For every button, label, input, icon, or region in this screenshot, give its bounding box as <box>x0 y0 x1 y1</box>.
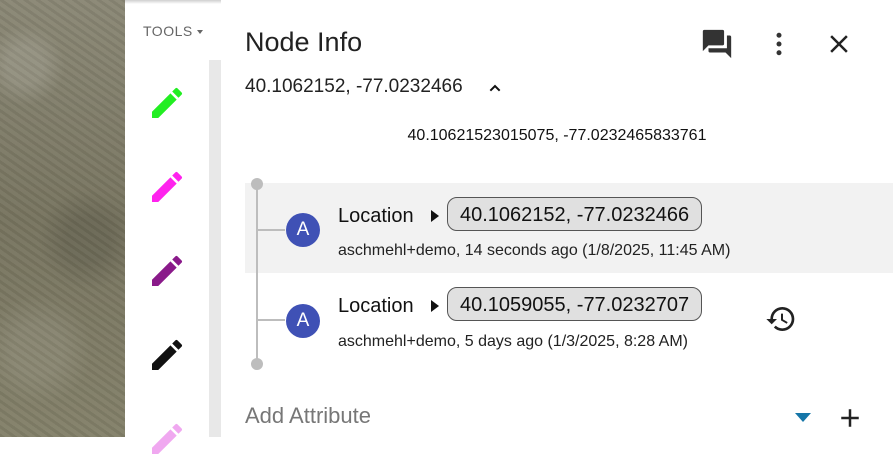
pencil-magenta-icon[interactable] <box>147 167 187 207</box>
attribute-label: Location <box>338 205 414 227</box>
attribute-label: Location <box>338 295 414 317</box>
history-row-1[interactable]: A Location 40.1062152, -77.0232466 aschm… <box>245 183 893 273</box>
add-icon[interactable] <box>835 403 865 433</box>
location-value-chip[interactable]: 40.1062152, -77.0232466 <box>447 197 703 231</box>
comments-button[interactable] <box>697 24 737 64</box>
map-view[interactable] <box>0 0 125 437</box>
tools-menu[interactable]: TOOLS <box>143 23 203 39</box>
close-icon <box>830 35 848 53</box>
timeline-branch <box>258 229 285 231</box>
history-meta: aschmehl+demo, 5 days ago (1/3/2025, 8:2… <box>338 333 688 350</box>
avatar: A <box>286 213 320 247</box>
add-attribute-input[interactable]: Add Attribute <box>245 403 371 429</box>
caret-down-icon <box>196 30 203 35</box>
attribute-dropdown-caret-icon[interactable] <box>795 413 811 422</box>
toolbar-scrollbar[interactable] <box>209 60 221 437</box>
tools-sidebar: TOOLS <box>125 0 221 454</box>
history-meta: aschmehl+demo, 14 seconds ago (1/8/2025,… <box>338 242 731 259</box>
restore-history-icon[interactable] <box>765 303 797 335</box>
pencil-pink-icon[interactable] <box>147 419 187 459</box>
close-button[interactable] <box>819 24 859 64</box>
panel-title: Node Info <box>245 27 363 57</box>
timeline-line <box>256 184 258 364</box>
precise-coordinates: 40.10621523015075, -77.0232465833761 <box>407 127 707 144</box>
avatar: A <box>286 304 320 338</box>
pencil-green-icon[interactable] <box>147 83 187 123</box>
pencil-black-icon[interactable] <box>147 335 187 375</box>
more-vert-icon <box>776 32 782 56</box>
pencil-purple-icon[interactable] <box>147 251 187 291</box>
node-coordinates: 40.1062152, -77.0232466 <box>245 76 463 97</box>
timeline-end-dot <box>251 358 263 370</box>
caret-right-icon <box>431 210 439 222</box>
forum-icon <box>702 29 732 59</box>
history-row-2[interactable]: A Location 40.1059055, -77.0232707 aschm… <box>245 273 893 363</box>
caret-right-icon <box>431 300 439 312</box>
chevron-up-icon[interactable] <box>487 80 503 96</box>
timeline-start-dot <box>251 178 263 190</box>
location-value-chip[interactable]: 40.1059055, -77.0232707 <box>447 287 703 321</box>
timeline-branch <box>258 319 285 321</box>
tools-label: TOOLS <box>143 23 193 39</box>
node-info-panel: Node Info 40.1062152, -77.0232466 40.106… <box>221 0 893 437</box>
more-options-button[interactable] <box>759 24 799 64</box>
